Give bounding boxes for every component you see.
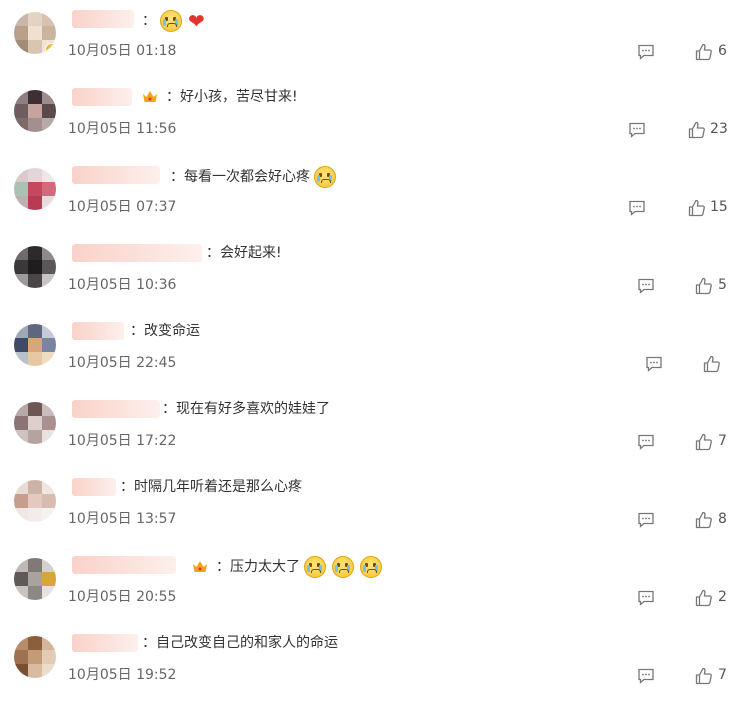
timestamp: 10月05日 20:55: [68, 589, 177, 605]
comment-bubble-icon[interactable]: [637, 278, 655, 294]
comment-item: ： ❤ 10月05日 01:18 6: [0, 0, 750, 78]
like-count: 7: [718, 667, 727, 683]
comment-bubble-icon[interactable]: [637, 512, 655, 528]
avatar[interactable]: [14, 402, 56, 444]
username-blurred[interactable]: [72, 244, 202, 262]
comment-content: ：时隔几年听着还是那么心疼: [120, 479, 302, 495]
username-blurred[interactable]: [72, 478, 116, 496]
thumbs-up-icon[interactable]: [688, 121, 706, 139]
comment-content: ： ❤: [142, 9, 205, 33]
comment-item: ：会好起来! 10月05日 10:36 5: [0, 234, 750, 312]
comment-bubble-icon[interactable]: [637, 434, 655, 450]
like-count: 23: [710, 121, 728, 137]
comment-content: ：现在有好多喜欢的娃娃了: [162, 401, 330, 417]
timestamp: 10月05日 17:22: [68, 433, 177, 449]
comment-item: ：压力太大了 10月05日 20:55 2: [0, 546, 750, 624]
thumbs-up-icon[interactable]: [688, 199, 706, 217]
like-count: 5: [718, 277, 727, 293]
cry-face-icon: [332, 556, 354, 578]
timestamp: 10月05日 07:37: [68, 199, 177, 215]
comment-content: ：改变命运: [130, 323, 200, 339]
comment-item: ：自己改变自己的和家人的命运 10月05日 19:52 7: [0, 624, 750, 702]
like-count: 7: [718, 433, 727, 449]
thumbs-up-icon[interactable]: [695, 511, 713, 529]
comment-content: ：每看一次都会好心疼: [170, 166, 336, 188]
avatar[interactable]: [14, 480, 56, 522]
comment-item: ：好小孩，苦尽甘来! 10月05日 11:56 23: [0, 78, 750, 156]
timestamp: 10月05日 19:52: [68, 667, 177, 683]
thumbs-up-icon[interactable]: [703, 355, 721, 373]
like-count: 2: [718, 589, 727, 605]
username-blurred[interactable]: [72, 634, 138, 652]
comment-bubble-icon[interactable]: [637, 44, 655, 60]
avatar[interactable]: [14, 558, 56, 600]
avatar[interactable]: [14, 12, 56, 54]
comment-content: ：好小孩，苦尽甘来!: [142, 88, 298, 106]
red-heart-icon: ❤: [188, 9, 205, 33]
timestamp: 10月05日 01:18: [68, 43, 177, 59]
avatar[interactable]: [14, 168, 56, 210]
username-blurred[interactable]: [72, 166, 160, 184]
cry-face-icon: [360, 556, 382, 578]
cry-face-icon: [314, 166, 336, 188]
avatar[interactable]: [14, 246, 56, 288]
username-blurred[interactable]: [72, 10, 134, 28]
cry-face-icon: [160, 10, 182, 32]
cry-face-icon: [304, 556, 326, 578]
avatar[interactable]: [14, 636, 56, 678]
comment-item: ：现在有好多喜欢的娃娃了 10月05日 17:22 7: [0, 390, 750, 468]
timestamp: 10月05日 13:57: [68, 511, 177, 527]
username-blurred[interactable]: [72, 400, 160, 418]
comment-content: ：自己改变自己的和家人的命运: [142, 635, 338, 651]
comment-bubble-icon[interactable]: [645, 356, 663, 372]
like-count: 8: [718, 511, 727, 527]
timestamp: 10月05日 10:36: [68, 277, 177, 293]
username-blurred[interactable]: [72, 322, 124, 340]
thumbs-up-icon[interactable]: [695, 667, 713, 685]
username-blurred[interactable]: [72, 88, 132, 106]
timestamp: 10月05日 22:45: [68, 355, 177, 371]
like-count: 6: [718, 43, 727, 59]
comment-bubble-icon[interactable]: [637, 668, 655, 684]
comment-item: ：改变命运 10月05日 22:45: [0, 312, 750, 390]
comment-content: ：压力太大了: [192, 556, 382, 578]
vip-badge-icon: [45, 43, 56, 54]
comment-bubble-icon[interactable]: [628, 200, 646, 216]
thumbs-up-icon[interactable]: [695, 589, 713, 607]
comment-bubble-icon[interactable]: [628, 122, 646, 138]
username-blurred[interactable]: [72, 556, 176, 574]
thumbs-up-icon[interactable]: [695, 43, 713, 61]
comment-item: ：每看一次都会好心疼 10月05日 07:37 15: [0, 156, 750, 234]
avatar[interactable]: [14, 324, 56, 366]
like-count: 15: [710, 199, 728, 215]
vip-crown-icon: [192, 560, 208, 574]
thumbs-up-icon[interactable]: [695, 433, 713, 451]
comment-item: ：时隔几年听着还是那么心疼 10月05日 13:57 8: [0, 468, 750, 546]
timestamp: 10月05日 11:56: [68, 121, 177, 137]
avatar[interactable]: [14, 90, 56, 132]
thumbs-up-icon[interactable]: [695, 277, 713, 295]
comment-bubble-icon[interactable]: [637, 590, 655, 606]
comment-content: ：会好起来!: [206, 245, 282, 261]
vip-crown-icon: [142, 90, 158, 104]
